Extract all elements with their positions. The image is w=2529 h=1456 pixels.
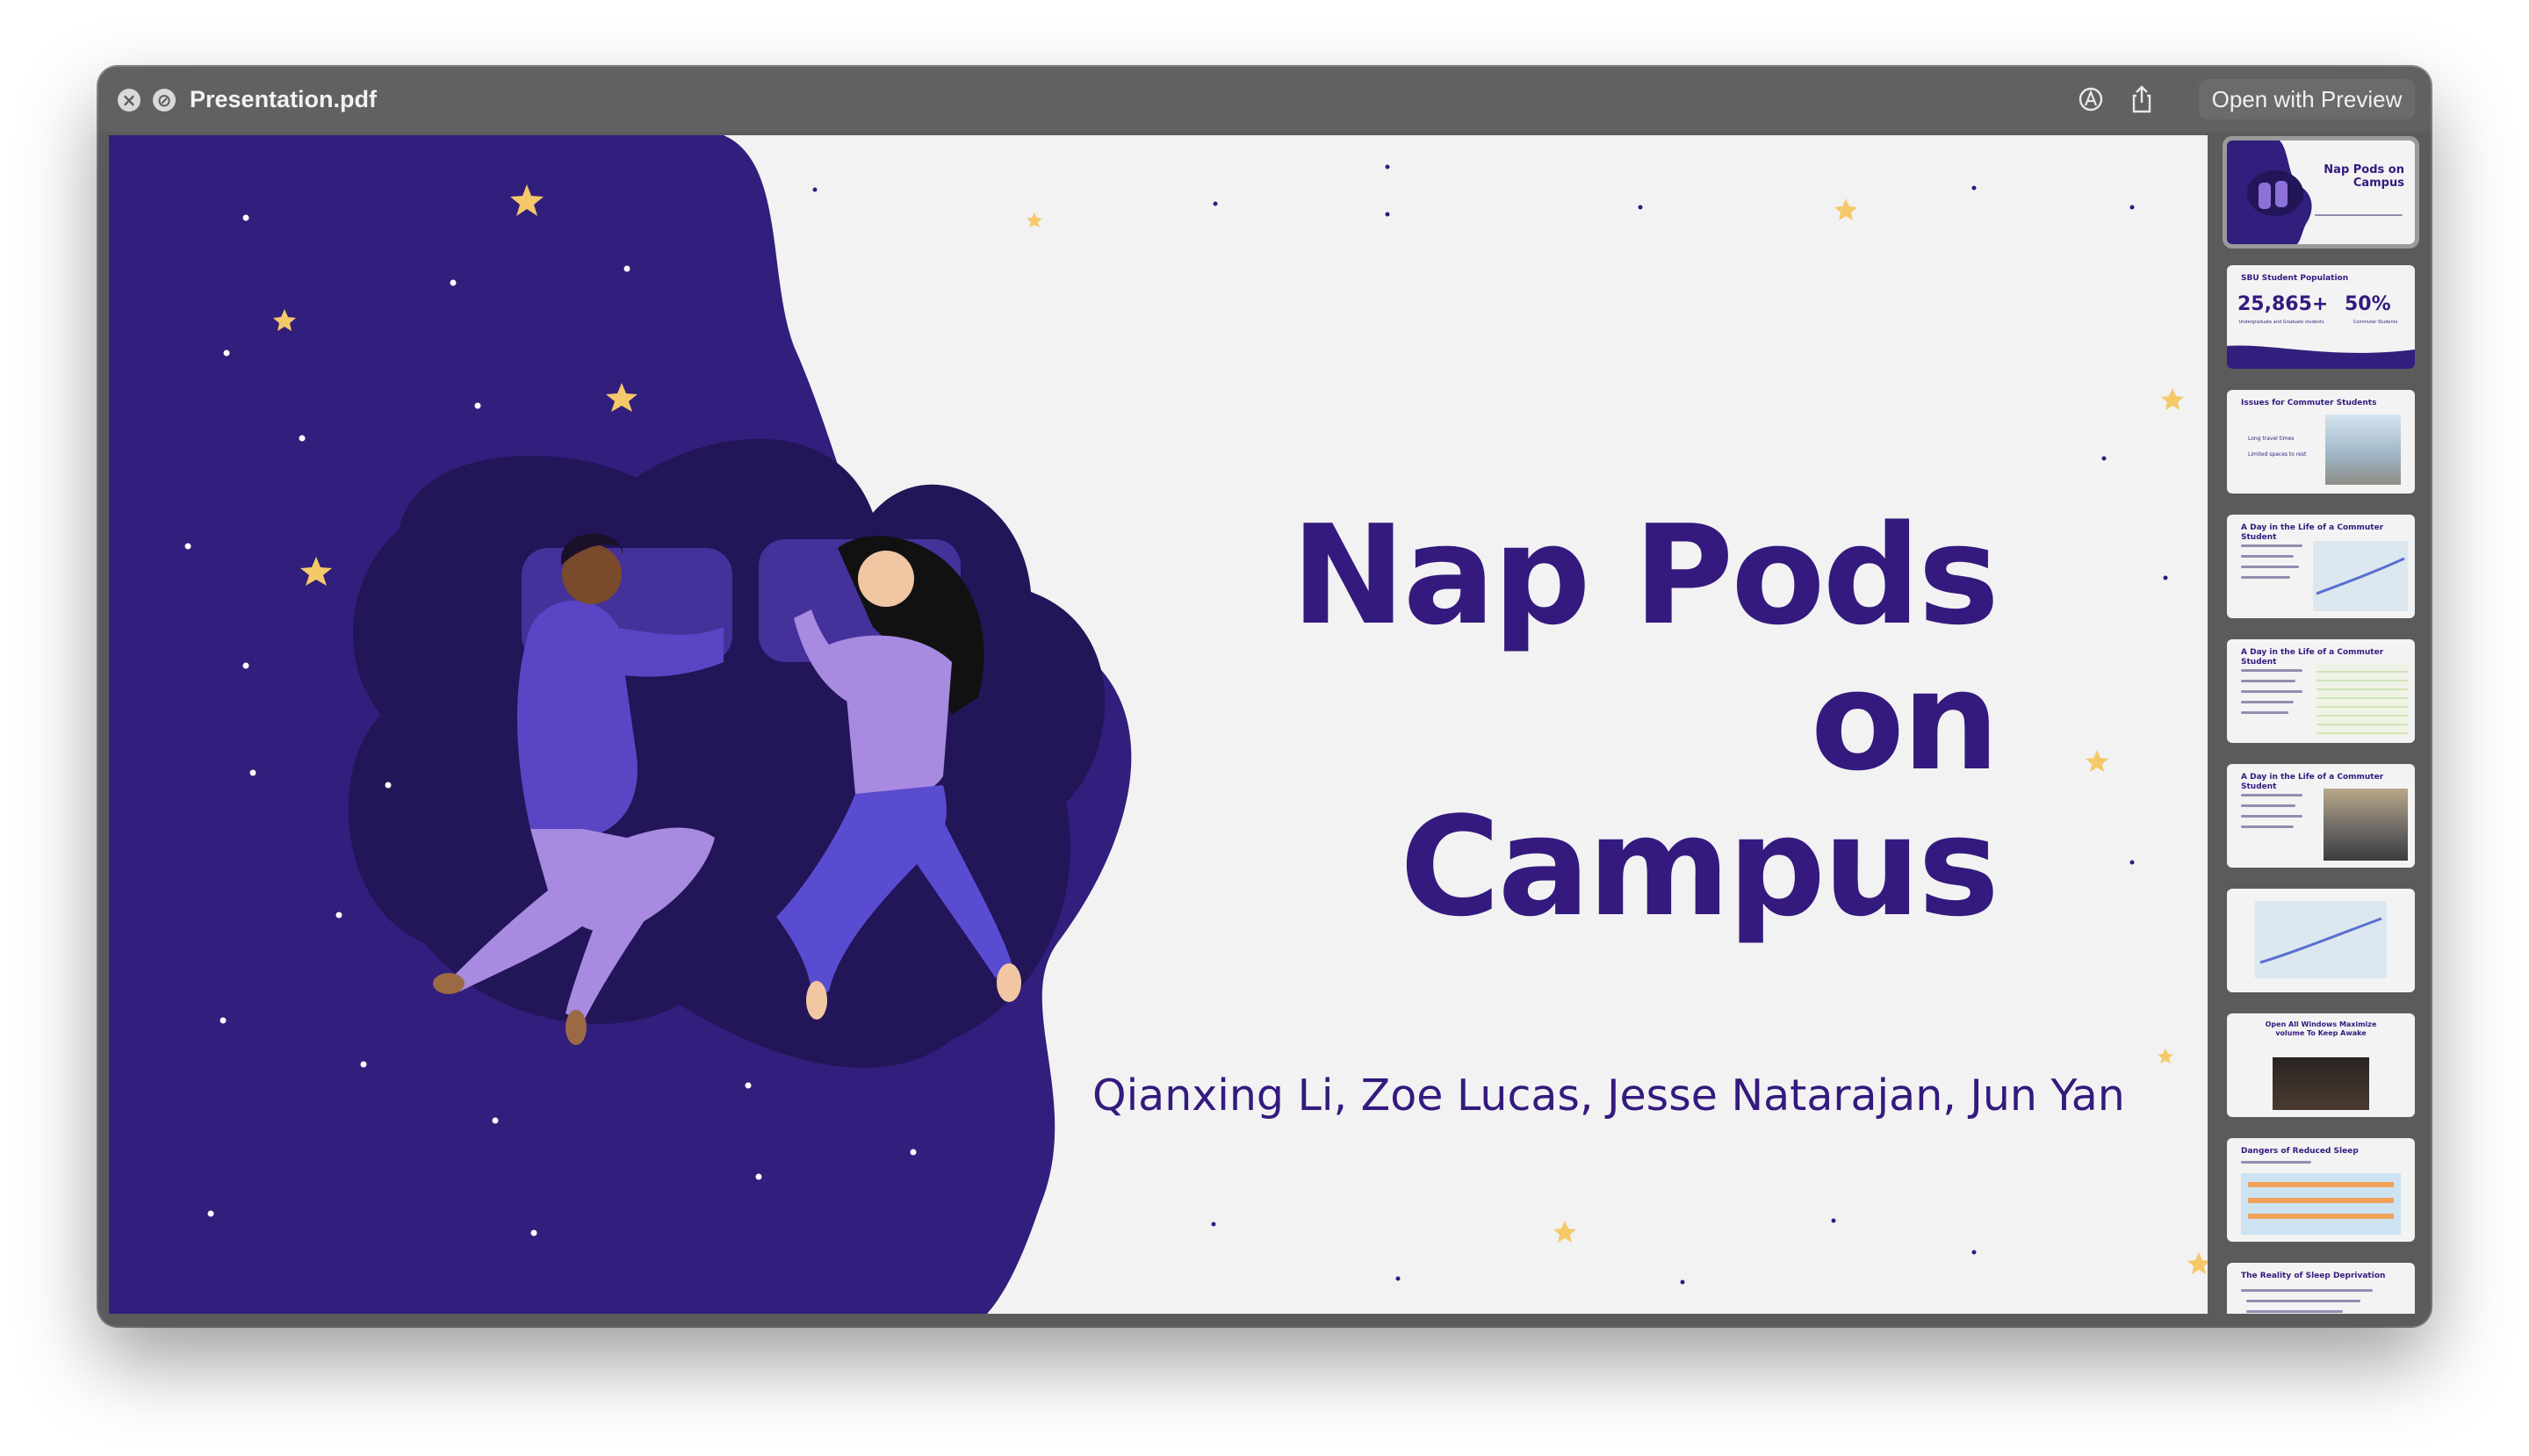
thumbnail-7[interactable] [2227, 889, 2415, 992]
window-title: Presentation.pdf [190, 86, 378, 112]
markup-icon[interactable] [2074, 83, 2108, 116]
thumbnail-4[interactable]: A Day in the Life of a Commuter Student [2227, 515, 2415, 618]
thumbnail-10[interactable]: The Reality of Sleep Deprivation [2227, 1263, 2415, 1314]
close-icon[interactable]: × [118, 89, 140, 112]
thumbnail-3-photo [2325, 414, 2401, 485]
thumbnail-9[interactable]: Dangers of Reduced Sleep [2227, 1138, 2415, 1242]
thumbnail-1-art [2227, 141, 2312, 244]
share-icon[interactable] [2125, 83, 2158, 116]
thumbnail-1[interactable]: Nap Pods on Campus [2223, 136, 2419, 249]
thumbnail-6-photo [2324, 789, 2408, 861]
thumbnail-8-video [2273, 1057, 2369, 1110]
thumbnail-3-bullet-1: Long travel times [2248, 436, 2295, 442]
thumbnail-3-bullet-2: Limited spaces to rest [2248, 451, 2307, 458]
thumbnail-3[interactable]: Issues for Commuter Students Long travel… [2227, 390, 2415, 494]
quicklook-window: × ⊘ Presentation.pdf Open with Preview N… [98, 67, 2431, 1326]
thumbnail-2[interactable]: SBU Student Population 25,865+ 50% Under… [2227, 265, 2415, 369]
thumbnail-9-infographic [2241, 1173, 2401, 1235]
thumbnail-10-title: The Reality of Sleep Deprivation [2241, 1272, 2386, 1280]
thumbnail-6[interactable]: A Day in the Life of a Commuter Student [2227, 764, 2415, 868]
thumbnail-8[interactable]: Open All Windows Maximize volume To Keep… [2227, 1013, 2415, 1117]
slide-main: Nap Pods on Campus Qianxing Li, Zoe Lucas… [109, 135, 2208, 1314]
slide-authors: Qianxing Li, Zoe Lucas, Jesse Natarajan,… [1092, 1070, 2125, 1121]
slide-title: Nap Pods on Campus [1291, 495, 1999, 947]
thumbnail-sidebar[interactable]: Nap Pods on Campus SBU Student Populatio… [2218, 133, 2425, 1314]
thumbnail-2-wave [2227, 345, 2415, 369]
thumbnail-9-title: Dangers of Reduced Sleep [2241, 1147, 2359, 1156]
thumbnail-4-title: A Day in the Life of a Commuter Student [2241, 523, 2384, 542]
open-with-preview-button[interactable]: Open with Preview [2199, 79, 2415, 119]
thumbnail-3-title: Issues for Commuter Students [2241, 399, 2377, 407]
thumbnail-5-table [2316, 664, 2408, 736]
thumbnail-7-map [2255, 901, 2387, 978]
thumbnail-1-title: Nap Pods on Campus [2324, 163, 2404, 190]
block-icon[interactable]: ⊘ [153, 89, 176, 112]
thumbnail-4-map [2313, 541, 2408, 611]
thumbnail-8-title: Open All Windows Maximize volume To Keep… [2265, 1020, 2377, 1037]
title-bar: × ⊘ Presentation.pdf Open with Preview [98, 67, 2431, 132]
thumbnail-5[interactable]: A Day in the Life of a Commuter Student [2227, 639, 2415, 743]
